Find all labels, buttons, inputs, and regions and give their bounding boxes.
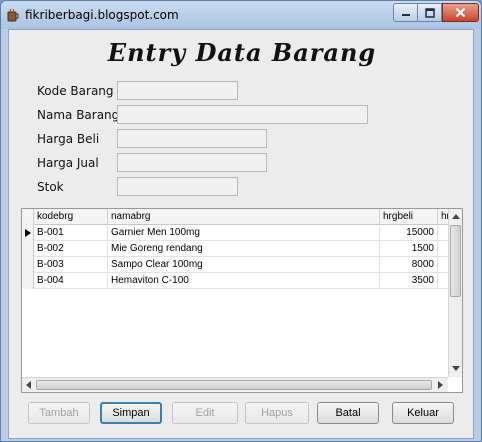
minimize-button[interactable] — [393, 3, 418, 22]
edit-button[interactable]: Edit — [172, 402, 238, 424]
column-header-hrgbeli[interactable]: hrgbeli — [380, 209, 438, 225]
window-title: fikriberbagi.blogspot.com — [25, 8, 179, 22]
cell-hrgbeli: 3500 — [380, 273, 438, 289]
label-harga-jual: Harga Jual — [37, 156, 99, 170]
label-stok: Stok — [37, 180, 64, 194]
maximize-button[interactable] — [418, 3, 442, 22]
batal-button[interactable]: Batal — [317, 402, 379, 424]
nama-barang-input[interactable] — [117, 105, 368, 124]
data-table[interactable]: kodebrg namabrg hrgbeli hr B-001 Garnier… — [21, 208, 463, 393]
cell-kodebrg: B-003 — [34, 257, 108, 273]
column-header-hrgjual[interactable]: hr — [438, 209, 448, 225]
row-selector — [22, 225, 34, 241]
app-window: fikriberbagi.blogspot.com Entry Data Bar… — [0, 0, 482, 442]
header-corner — [22, 209, 34, 225]
stok-input[interactable] — [117, 177, 238, 196]
kode-barang-input[interactable] — [117, 81, 238, 100]
table-row[interactable]: B-004 Hemaviton C-100 3500 — [22, 273, 448, 289]
title-bar[interactable]: fikriberbagi.blogspot.com — [1, 1, 481, 29]
cell-hrgbeli: 1500 — [380, 241, 438, 257]
horizontal-scroll-thumb[interactable] — [36, 380, 432, 390]
scroll-left-icon[interactable] — [26, 381, 31, 389]
tambah-button[interactable]: Tambah — [28, 402, 90, 424]
close-button[interactable] — [442, 3, 479, 22]
vertical-scroll-thumb[interactable] — [450, 225, 461, 297]
form-body: Entry Data Barang Kode Barang Nama Baran… — [8, 29, 474, 439]
label-nama-barang: Nama Barang — [37, 108, 120, 122]
page-title: Entry Data Barang — [107, 38, 377, 67]
simpan-button[interactable]: Simpan — [100, 402, 162, 424]
cell-namabrg: Mie Goreng rendang — [108, 241, 380, 257]
label-harga-beli: Harga Beli — [37, 132, 100, 146]
scroll-down-icon[interactable] — [452, 366, 460, 371]
minimize-icon — [401, 13, 410, 16]
cell-hrgbeli: 15000 — [380, 225, 438, 241]
scroll-right-icon[interactable] — [438, 381, 443, 389]
row-selector — [22, 257, 34, 273]
coffee-cup-icon — [7, 8, 19, 22]
column-header-namabrg[interactable]: namabrg — [108, 209, 380, 225]
cell-kodebrg: B-002 — [34, 241, 108, 257]
cell-hrgbeli: 8000 — [380, 257, 438, 273]
vertical-scrollbar[interactable] — [448, 209, 462, 377]
hapus-button[interactable]: Hapus — [245, 402, 309, 424]
row-selector — [22, 241, 34, 257]
label-kode-barang: Kode Barang — [37, 84, 114, 98]
table-row[interactable]: B-001 Garnier Men 100mg 15000 — [22, 225, 448, 241]
close-icon — [455, 7, 466, 18]
cell-kodebrg: B-004 — [34, 273, 108, 289]
horizontal-scrollbar[interactable] — [22, 377, 448, 392]
cell-namabrg: Garnier Men 100mg — [108, 225, 380, 241]
maximize-icon — [424, 7, 435, 18]
harga-beli-input[interactable] — [117, 129, 267, 148]
scroll-up-icon[interactable] — [452, 214, 460, 219]
cell-kodebrg: B-001 — [34, 225, 108, 241]
harga-jual-input[interactable] — [117, 153, 267, 172]
keluar-button[interactable]: Keluar — [392, 402, 454, 424]
table-row[interactable]: B-002 Mie Goreng rendang 1500 — [22, 241, 448, 257]
table-row[interactable]: B-003 Sampo Clear 100mg 8000 — [22, 257, 448, 273]
current-row-icon — [25, 229, 31, 237]
cell-namabrg: Sampo Clear 100mg — [108, 257, 380, 273]
table-header: kodebrg namabrg hrgbeli hr — [22, 209, 448, 225]
column-header-kodebrg[interactable]: kodebrg — [34, 209, 108, 225]
cell-namabrg: Hemaviton C-100 — [108, 273, 380, 289]
row-selector — [22, 273, 34, 289]
